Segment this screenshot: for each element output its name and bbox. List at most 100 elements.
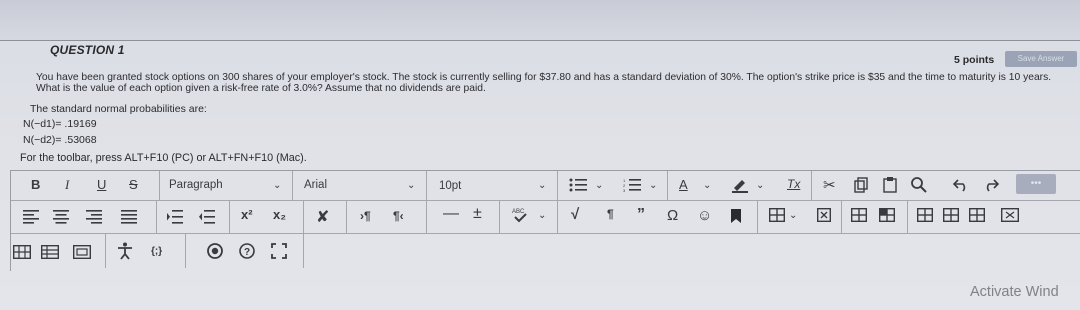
underline-button[interactable]: U xyxy=(97,177,106,192)
cut-icon[interactable]: ✂ xyxy=(823,176,836,194)
toolbar-separator xyxy=(185,234,186,268)
toolbar-separator xyxy=(303,201,304,233)
math-equation-icon[interactable]: √ xyxy=(571,206,579,223)
insert-column-before-icon[interactable] xyxy=(917,208,933,222)
chevron-down-icon[interactable]: ⌄ xyxy=(273,180,281,191)
table-icon[interactable] xyxy=(769,208,785,222)
chevron-down-icon[interactable]: ⌄ xyxy=(538,210,546,221)
toolbar-row-2: x² x₂ ✘ ›¶ ¶‹ — ± ABC ⌄ √ ¶ ” Ω ☺ ⌄ xyxy=(11,201,1080,234)
nd1-value: N(−d1)= .19169 xyxy=(23,118,97,130)
table-cell-props-icon[interactable] xyxy=(1001,208,1019,222)
svg-text:3: 3 xyxy=(623,188,626,192)
unlink-icon[interactable]: ✘ xyxy=(316,207,329,227)
delete-column-icon[interactable] xyxy=(969,208,985,222)
special-character-button[interactable]: Ω xyxy=(667,207,678,224)
points-label: 5 points xyxy=(954,54,995,66)
find-icon[interactable] xyxy=(910,176,927,193)
numbered-list-icon[interactable]: 123 xyxy=(623,178,641,192)
paragraph-mark-button[interactable]: ¶ xyxy=(607,207,614,221)
toolbar-separator xyxy=(426,171,427,200)
svg-text:?: ? xyxy=(244,247,250,258)
toolbar-separator xyxy=(557,171,558,200)
svg-text:ABC: ABC xyxy=(512,209,525,215)
font-color-button[interactable]: A xyxy=(679,177,688,192)
toolbar-separator xyxy=(303,234,304,268)
ltr-direction-icon[interactable]: ›¶ xyxy=(360,209,371,223)
table-row-props-icon[interactable] xyxy=(13,245,31,259)
strikethrough-button[interactable]: S xyxy=(129,177,138,192)
question-title: QUESTION 1 xyxy=(50,43,125,57)
chevron-down-icon[interactable]: ⌄ xyxy=(407,180,415,191)
spellcheck-icon[interactable]: ABC xyxy=(511,206,529,224)
chevron-down-icon[interactable]: ⌄ xyxy=(703,180,711,191)
clear-format-button[interactable]: Tx xyxy=(787,177,800,191)
font-select[interactable]: Arial xyxy=(304,179,327,191)
paragraph-select[interactable]: Paragraph xyxy=(169,179,223,191)
more-options-button[interactable]: ••• xyxy=(1016,174,1056,194)
insert-row-before-icon[interactable] xyxy=(851,208,867,222)
plus-minus-icon[interactable]: ± xyxy=(473,205,482,223)
toolbar-separator xyxy=(105,234,106,268)
bold-button[interactable]: B xyxy=(31,177,40,192)
toolbar-separator xyxy=(757,201,758,233)
question-divider xyxy=(0,40,1080,41)
fullscreen-icon[interactable] xyxy=(271,243,287,259)
question-text: You have been granted stock options on 3… xyxy=(36,72,1052,94)
blockquote-button[interactable]: ” xyxy=(637,206,645,224)
toolbar-separator xyxy=(346,201,347,233)
toolbar-row-1: B I U S Paragraph ⌄ Arial ⌄ 10pt ⌄ ⌄ 123… xyxy=(11,171,1080,201)
toolbar-separator xyxy=(841,201,842,233)
chevron-down-icon[interactable]: ⌄ xyxy=(789,210,797,221)
insert-row-after-icon[interactable] xyxy=(879,208,895,222)
indent-icon[interactable] xyxy=(167,210,183,224)
align-right-icon[interactable] xyxy=(86,210,102,224)
help-icon[interactable]: ? xyxy=(239,243,255,259)
toolbar-separator xyxy=(557,201,558,233)
standard-normal-label: The standard normal probabilities are: xyxy=(30,103,207,115)
align-justify-icon[interactable] xyxy=(121,210,137,224)
rtl-direction-icon[interactable]: ¶‹ xyxy=(393,209,404,223)
preview-eye-icon[interactable] xyxy=(205,243,225,259)
accessibility-icon[interactable] xyxy=(117,242,133,260)
copy-icon[interactable] xyxy=(854,177,868,193)
toolbar-row-3: {;} ? xyxy=(11,234,1080,268)
code-block-button[interactable]: {;} xyxy=(151,246,162,257)
italic-button[interactable]: I xyxy=(65,177,69,193)
subscript-button[interactable]: x₂ xyxy=(273,207,286,222)
outdent-icon[interactable] xyxy=(199,210,215,224)
undo-icon[interactable] xyxy=(953,176,969,192)
chevron-down-icon[interactable]: ⌄ xyxy=(649,180,657,191)
emoji-icon[interactable]: ☺ xyxy=(697,207,712,224)
toolbar-separator xyxy=(907,201,908,233)
save-answer-button[interactable]: Save Answer xyxy=(1005,51,1077,67)
activate-windows-watermark: Activate Wind xyxy=(970,284,1059,300)
insert-column-after-icon[interactable] xyxy=(943,208,959,222)
top-strip xyxy=(0,0,1080,40)
delete-table-icon[interactable] xyxy=(817,208,831,222)
nd2-value: N(−d2)= .53068 xyxy=(23,134,97,146)
toolbar-separator xyxy=(292,171,293,200)
chevron-down-icon[interactable]: ⌄ xyxy=(538,180,546,191)
superscript-button[interactable]: x² xyxy=(241,207,253,222)
chevron-down-icon[interactable]: ⌄ xyxy=(595,180,603,191)
toolbar-separator xyxy=(426,201,427,233)
table-col-props-icon[interactable] xyxy=(41,245,59,259)
align-left-icon[interactable] xyxy=(23,210,39,224)
highlight-pen-icon[interactable] xyxy=(731,177,749,193)
bookmark-icon[interactable] xyxy=(731,209,741,223)
redo-icon[interactable] xyxy=(983,176,999,192)
toolbar-hint: For the toolbar, press ALT+F10 (PC) or A… xyxy=(20,152,307,164)
toolbar-separator xyxy=(667,171,668,200)
font-size-select[interactable]: 10pt xyxy=(439,180,461,192)
toolbar-separator xyxy=(499,201,500,233)
toolbar-separator xyxy=(229,201,230,233)
bullet-list-icon[interactable] xyxy=(569,178,587,192)
horizontal-line-icon[interactable]: — xyxy=(443,205,459,223)
merge-cells-icon[interactable] xyxy=(73,245,91,259)
toolbar-separator xyxy=(156,201,157,233)
paste-icon[interactable] xyxy=(883,176,897,193)
chevron-down-icon[interactable]: ⌄ xyxy=(756,180,764,191)
toolbar-separator xyxy=(811,171,812,200)
align-center-icon[interactable] xyxy=(53,210,69,224)
toolbar-separator xyxy=(159,171,160,200)
